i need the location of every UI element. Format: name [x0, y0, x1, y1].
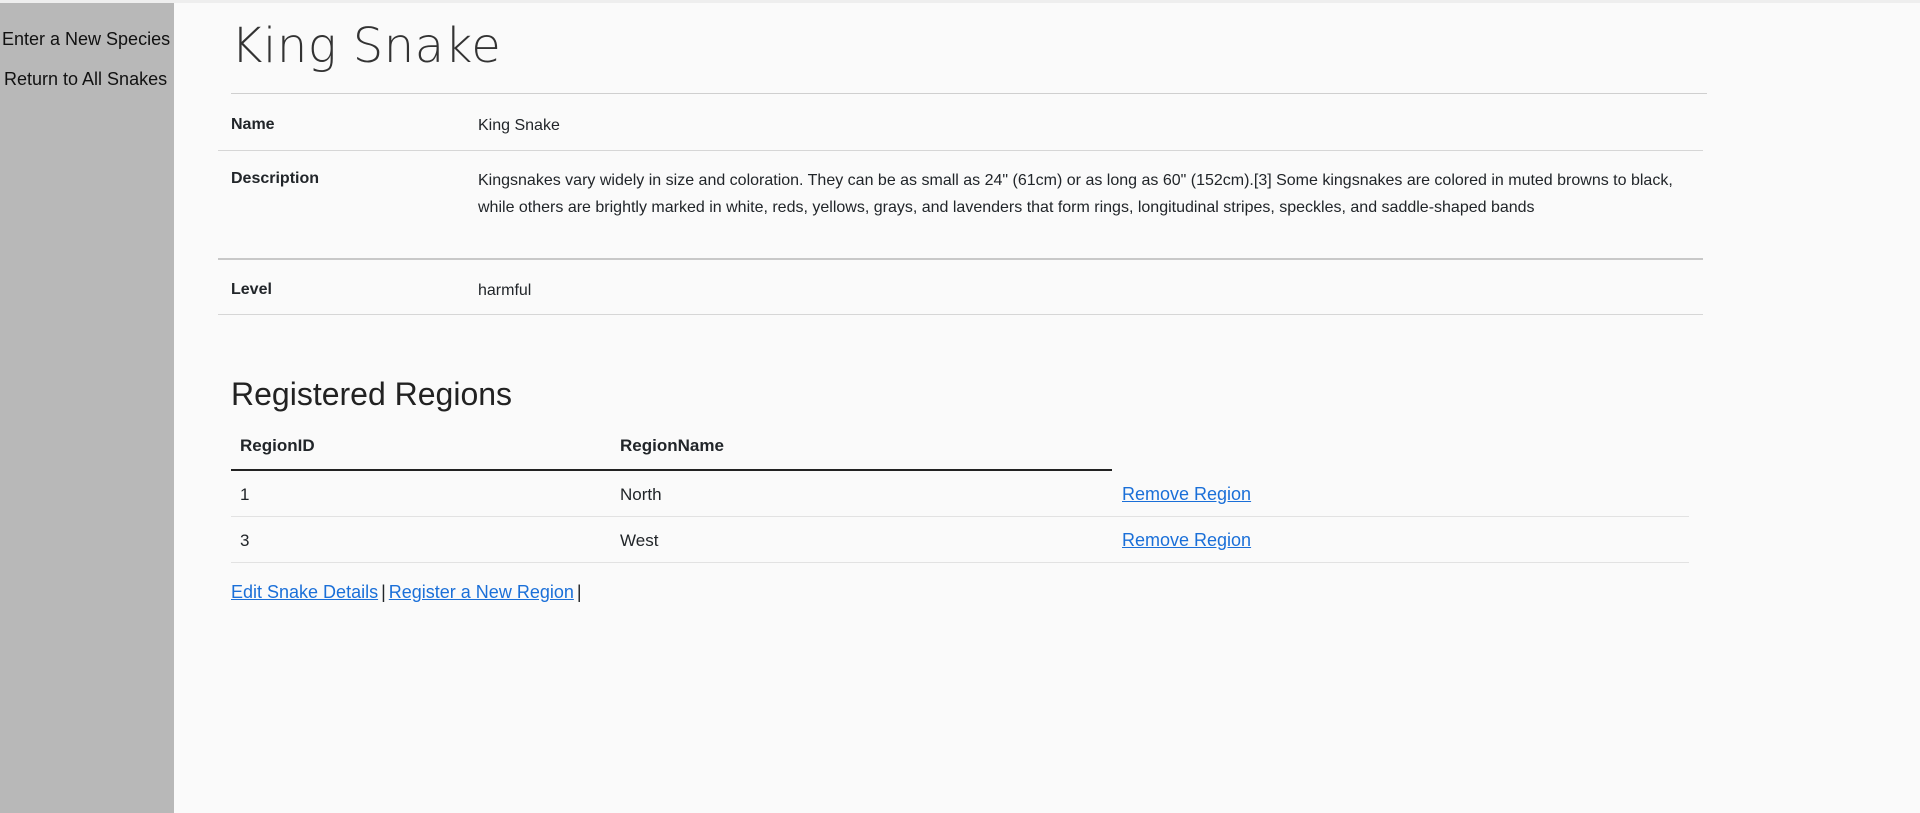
remove-region-link[interactable]: Remove Region: [1122, 530, 1251, 550]
region-name-cell: West: [620, 531, 659, 550]
table-row: 1 North Remove Region: [231, 471, 1689, 517]
detail-label-description: Description: [231, 170, 320, 187]
column-header-regionname: RegionName: [620, 436, 724, 455]
top-border: [0, 0, 1920, 3]
column-header-regionid: RegionID: [240, 436, 315, 455]
sidebar-item-enter-new-species[interactable]: Enter a New Species: [2, 29, 170, 50]
row-divider: [231, 562, 1689, 563]
page-actions: Edit Snake Details | Register a New Region…: [231, 582, 585, 603]
detail-value-level: harmful: [478, 282, 532, 299]
link-separator: |: [381, 582, 386, 602]
detail-label-name: Name: [231, 116, 275, 133]
detail-value-description: Kingsnakes vary widely in size and color…: [478, 172, 1673, 216]
detail-label-level: Level: [231, 281, 272, 298]
page-title: King Snake: [231, 18, 502, 74]
link-separator: |: [576, 582, 582, 602]
region-id-cell: 3: [240, 531, 250, 550]
edit-snake-details-link[interactable]: Edit Snake Details: [231, 582, 378, 602]
row-divider: [218, 150, 1703, 151]
region-id-cell: 1: [240, 485, 250, 504]
remove-region-link[interactable]: Remove Region: [1122, 484, 1251, 504]
row-divider: [218, 314, 1703, 315]
sidebar: Enter a New Species Return to All Snakes: [0, 3, 174, 813]
title-divider: [231, 93, 1707, 94]
regions-heading: Registered Regions: [231, 376, 513, 412]
row-divider: [218, 258, 1703, 260]
detail-value-name: King Snake: [478, 117, 560, 134]
region-name-cell: North: [620, 485, 662, 504]
table-row: 3 West Remove Region: [231, 517, 1689, 563]
register-new-region-link[interactable]: Register a New Region: [389, 582, 574, 602]
sidebar-item-return-to-all-snakes[interactable]: Return to All Snakes: [4, 69, 167, 90]
